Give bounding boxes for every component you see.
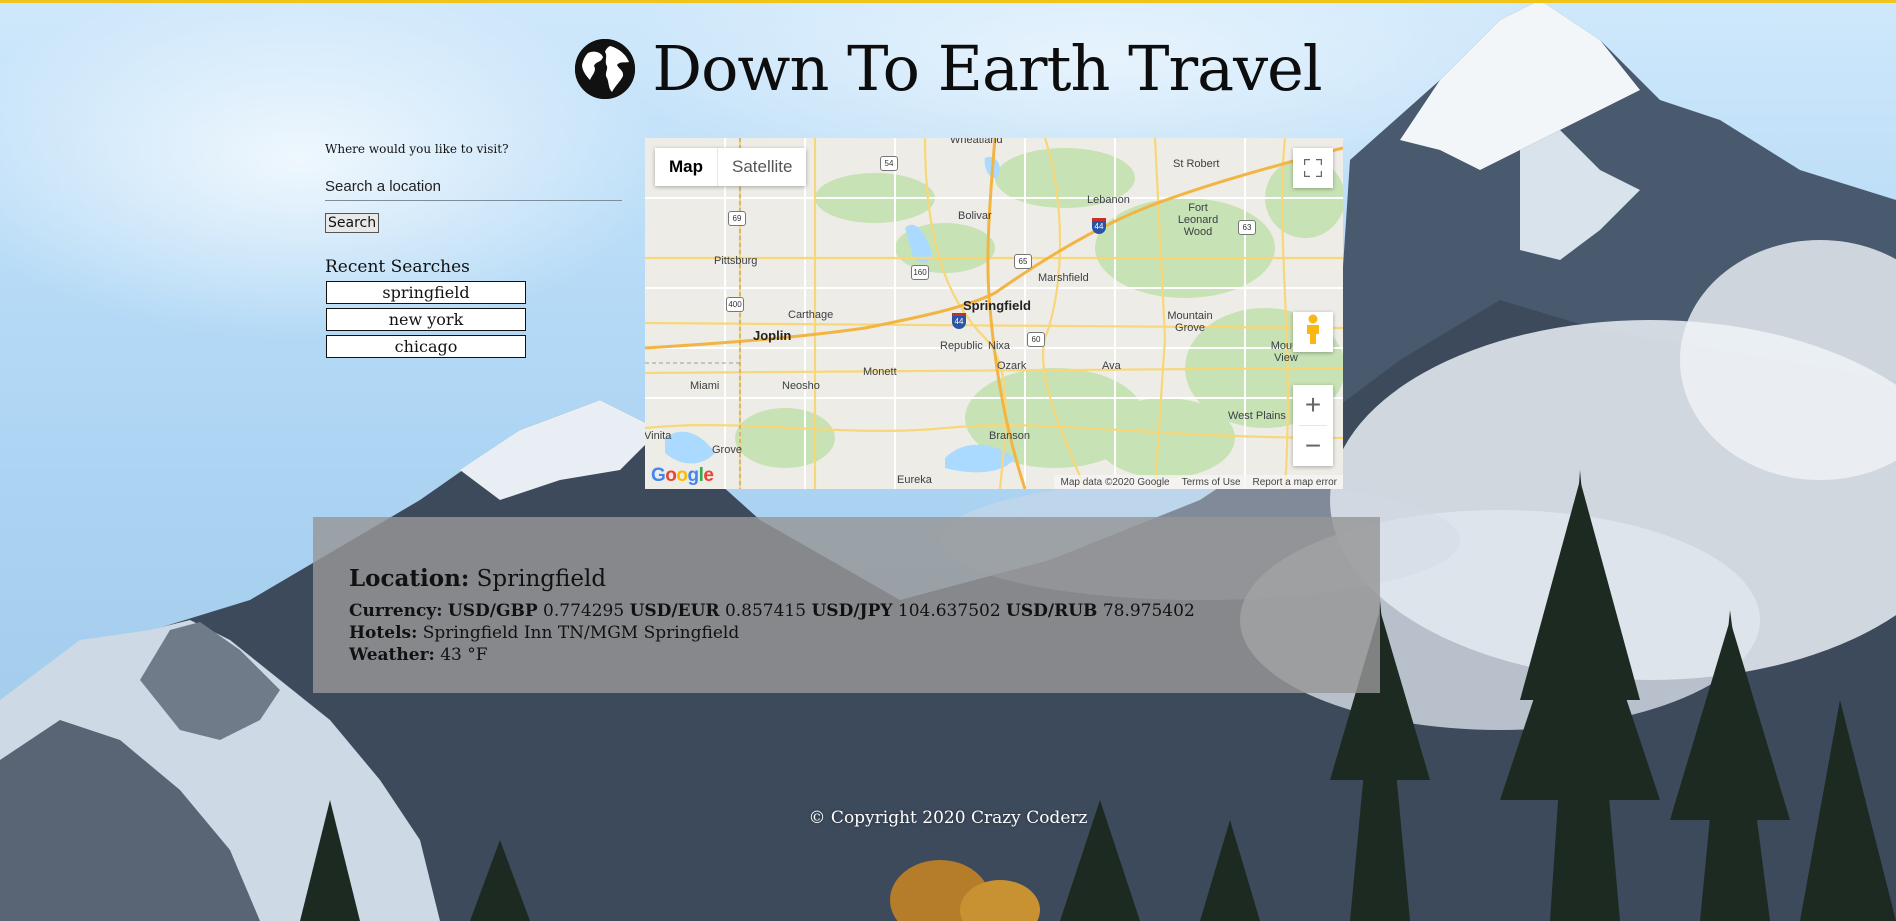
zoom-control: + − — [1293, 385, 1333, 466]
report-map-error-link[interactable]: Report a map error — [1253, 477, 1337, 488]
map-place-label: Lebanon — [1087, 194, 1130, 206]
map-place-label: Miami — [690, 380, 720, 392]
map-place-label: Vinita — [645, 430, 672, 442]
location-label: Location: — [349, 565, 470, 592]
search-button[interactable]: Search — [325, 213, 380, 233]
map-place-label: Republic — [940, 340, 983, 352]
map-place-label: Springfield — [963, 298, 1031, 313]
pegman-icon — [1304, 314, 1322, 351]
route-shield: 160 — [911, 265, 929, 280]
recent-search-item[interactable]: new york — [326, 308, 526, 331]
map-place-label: Grove — [712, 444, 742, 456]
search-input[interactable] — [325, 172, 622, 201]
map-place-label: Fort Leonard Wood — [1177, 202, 1219, 238]
currency-pair: USD/RUB — [1006, 601, 1098, 621]
terms-of-use-link[interactable]: Terms of Use — [1182, 477, 1241, 488]
route-shield: 60 — [1027, 332, 1045, 347]
map-type-map-button[interactable]: Map — [655, 148, 718, 186]
location-value: Springfield — [476, 566, 607, 592]
top-border — [0, 0, 1896, 3]
currency-pair: USD/JPY — [811, 601, 893, 621]
search-prompt: Where would you like to visit? — [325, 142, 509, 156]
map-place-label: Pittsburg — [714, 255, 758, 267]
hotels-label: Hotels: — [349, 623, 418, 643]
recent-searches-title: Recent Searches — [325, 257, 470, 277]
google-logo[interactable]: Google — [651, 465, 714, 487]
route-shield: 65 — [1014, 254, 1032, 269]
zoom-out-button[interactable]: − — [1293, 426, 1333, 466]
search-panel: Where would you like to visit? Search Re… — [325, 142, 625, 362]
plus-icon: + — [1304, 389, 1322, 420]
map-place-label: Eureka — [897, 474, 932, 486]
location-info-box: Location: Springfield Currency: USD/GBP … — [313, 517, 1380, 693]
site-title: Down To Earth Travel — [652, 32, 1322, 105]
currency-rate: 104.637502 — [897, 601, 1001, 621]
street-view-pegman-button[interactable] — [1293, 312, 1333, 352]
map-place-label: Joplin — [753, 328, 792, 343]
map-place-label: Ava — [1102, 360, 1121, 372]
interstate-shield: 44 — [952, 313, 966, 329]
map-type-satellite-button[interactable]: Satellite — [718, 148, 806, 186]
map-place-label: Branson — [989, 430, 1030, 442]
zoom-in-button[interactable]: + — [1293, 385, 1333, 425]
weather-value: 43 °F — [440, 645, 488, 665]
map-place-label: Monett — [863, 366, 897, 378]
currency-label: Currency: — [349, 601, 443, 621]
currency-rate: 0.774295 — [543, 601, 625, 621]
map-attribution: Map data ©2020 Google Terms of Use Repor… — [1054, 475, 1343, 489]
weather-label: Weather: — [349, 645, 435, 665]
fullscreen-icon — [1302, 153, 1324, 184]
weather-line: Weather: 43 °F — [349, 645, 488, 665]
currency-rate: 0.857415 — [724, 601, 807, 621]
map-place-label: St Robert — [1173, 158, 1220, 170]
hotels-value: Springfield Inn TN/MGM Springfield — [422, 623, 740, 643]
route-shield: 63 — [1238, 220, 1256, 235]
map-place-label: Nixa — [988, 340, 1011, 352]
map-place-label: West Plains — [1228, 410, 1286, 422]
route-shield: 69 — [728, 211, 746, 226]
map-place-label: Carthage — [788, 309, 834, 321]
map-place-label: Neosho — [782, 380, 820, 392]
map-data-credit: Map data ©2020 Google — [1060, 476, 1170, 488]
route-shield: 400 — [726, 297, 744, 312]
location-line: Location: Springfield — [349, 565, 606, 592]
site-header: Down To Earth Travel — [0, 38, 1896, 100]
interstate-shield: 44 — [1092, 218, 1106, 234]
map-type-control: Map Satellite — [655, 148, 807, 186]
recent-search-item[interactable]: springfield — [326, 281, 526, 304]
minus-icon: − — [1304, 430, 1322, 461]
currency-rate: 78.975402 — [1102, 601, 1195, 621]
map-place-label: Bolivar — [958, 210, 992, 222]
currency-line: Currency: USD/GBP 0.774295 USD/EUR 0.857… — [349, 601, 1195, 621]
copyright-footer: © Copyright 2020 Crazy Coderz — [808, 808, 1088, 828]
map-widget[interactable]: Wheatland St Robert Lebanon Fort Leonard… — [645, 138, 1343, 489]
hotels-line: Hotels: Springfield Inn TN/MGM Springfie… — [349, 623, 739, 643]
map-place-label: Wheatland — [950, 138, 1003, 146]
globe-icon — [574, 38, 636, 100]
map-place-label: Mountain Grove — [1167, 310, 1213, 334]
map-place-label: Marshfield — [1038, 272, 1089, 284]
recent-search-item[interactable]: chicago — [326, 335, 526, 358]
route-shield: 54 — [880, 156, 898, 171]
currency-pair: USD/GBP — [447, 601, 538, 621]
currency-pair: USD/EUR — [629, 601, 720, 621]
recent-searches-list: springfield new york chicago — [325, 281, 625, 358]
map-place-label: Ozark — [997, 360, 1027, 372]
fullscreen-button[interactable] — [1293, 148, 1333, 188]
